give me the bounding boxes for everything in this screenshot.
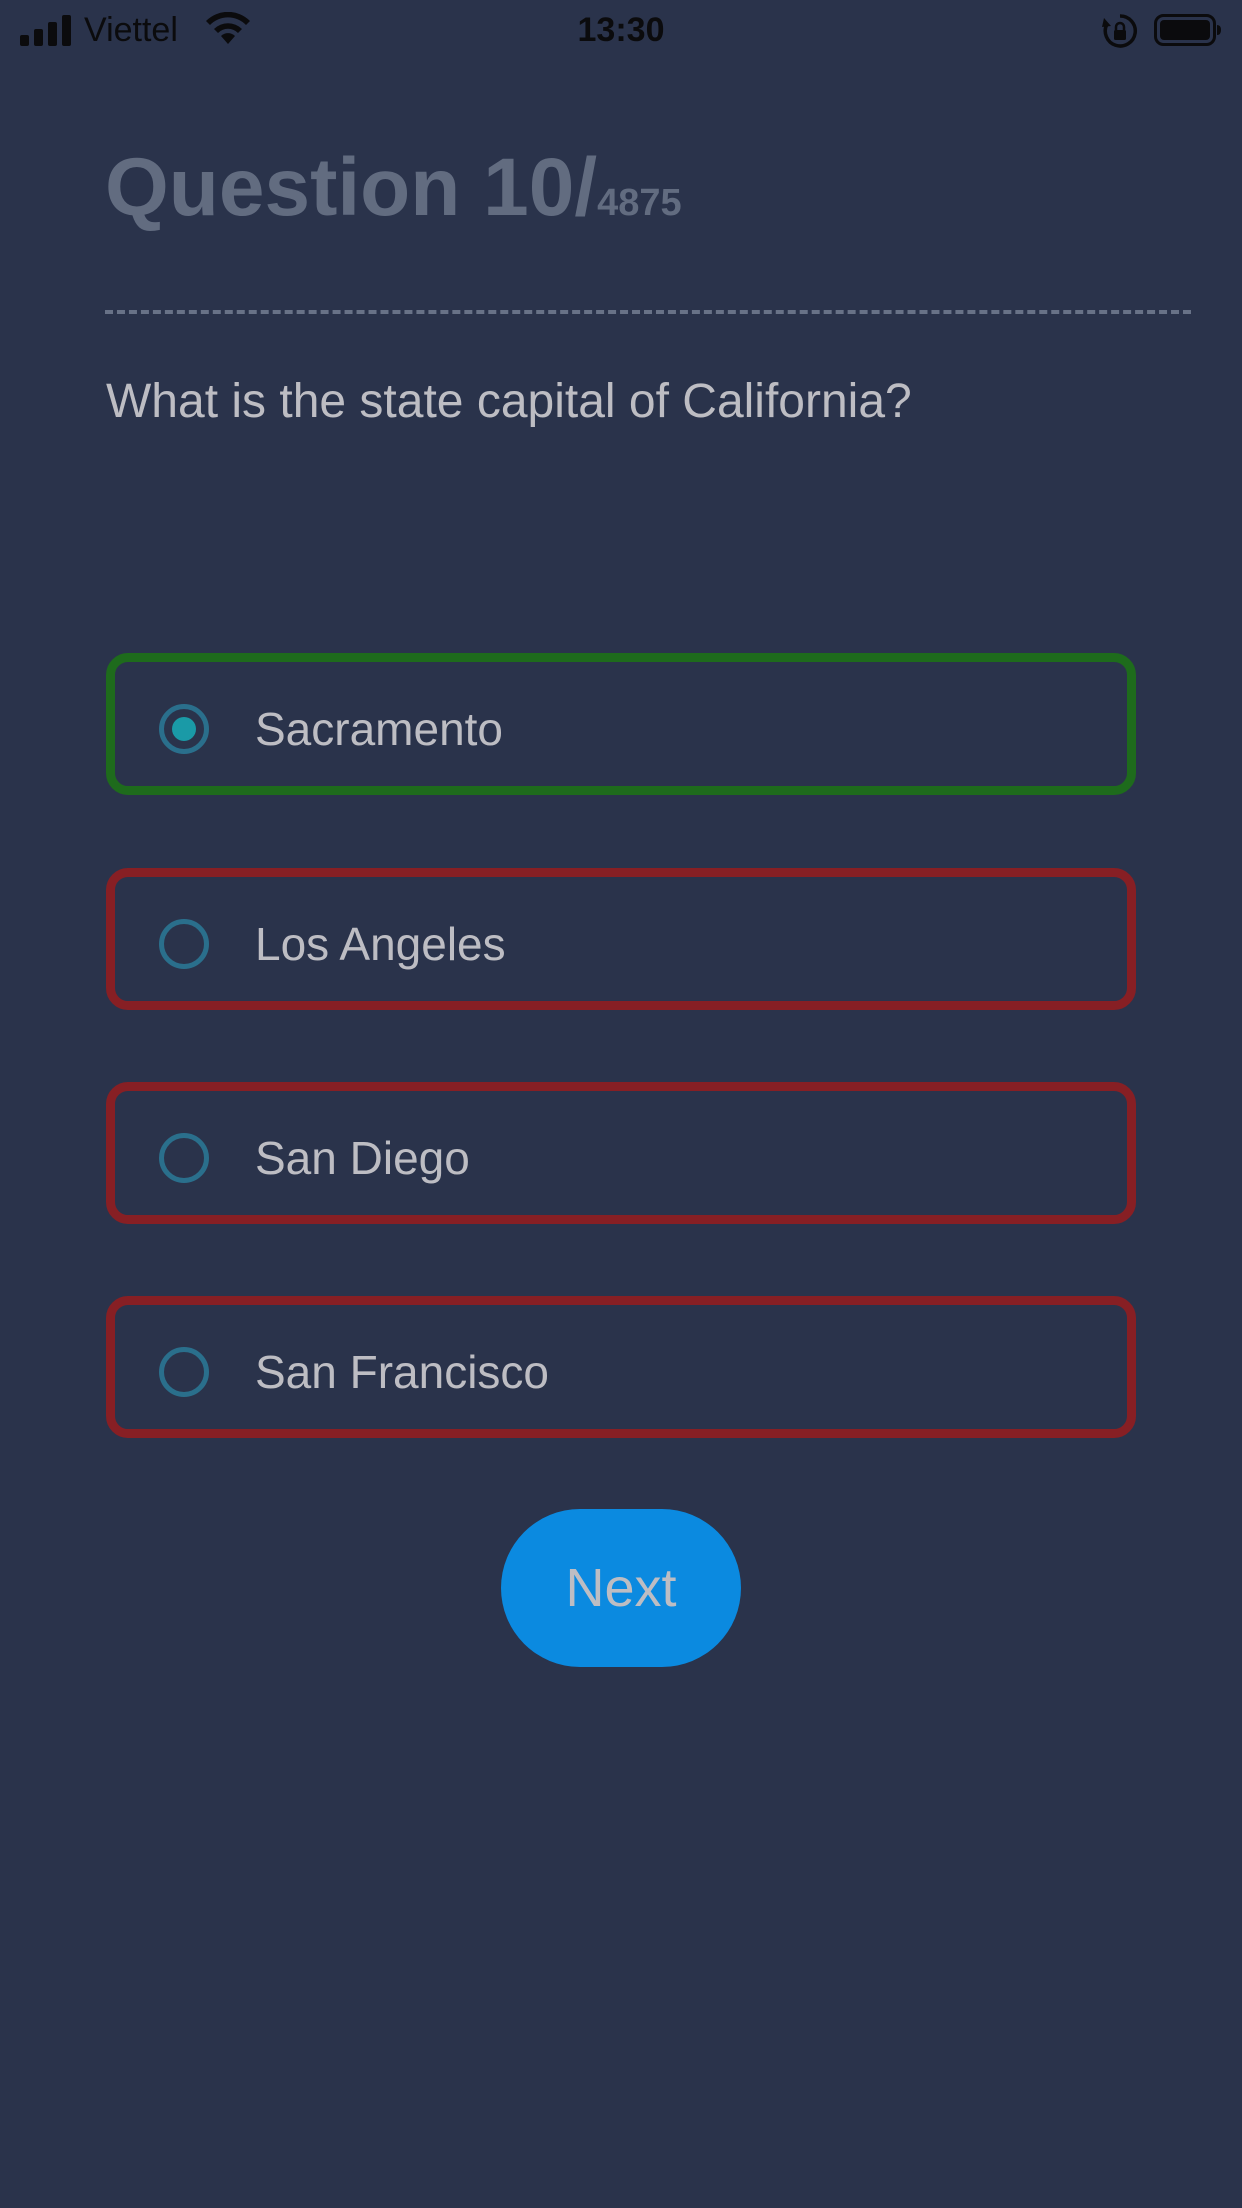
question-text: What is the state capital of California? xyxy=(106,375,912,428)
answer-label: Sacramento xyxy=(255,703,504,755)
answer-label: San Francisco xyxy=(255,1346,550,1398)
question-total: 4875 xyxy=(597,182,682,224)
answer-option-san-francisco[interactable]: San Francisco xyxy=(106,1296,1136,1438)
answer-option-san-diego[interactable]: San Diego xyxy=(106,1082,1136,1224)
status-bar: Viettel 13:30 xyxy=(0,0,1242,62)
dashed-divider xyxy=(105,310,1191,314)
radio-unselected-icon[interactable] xyxy=(159,919,209,969)
answer-option-sacramento[interactable]: Sacramento xyxy=(106,653,1136,795)
question-number: Question 10/ xyxy=(105,142,598,233)
answer-option-los-angeles[interactable]: Los Angeles xyxy=(106,868,1136,1010)
orientation-lock-icon xyxy=(1102,14,1137,48)
question-counter: Question 10/4875 xyxy=(105,140,682,251)
answer-label: San Diego xyxy=(255,1132,470,1184)
radio-selected-icon[interactable] xyxy=(159,704,209,754)
status-time: 13:30 xyxy=(577,11,665,49)
radio-unselected-icon[interactable] xyxy=(159,1133,209,1183)
radio-unselected-icon[interactable] xyxy=(159,1347,209,1397)
answer-label: Los Angeles xyxy=(255,918,506,970)
next-button[interactable]: Next xyxy=(501,1509,741,1667)
battery-icon xyxy=(1154,14,1221,46)
